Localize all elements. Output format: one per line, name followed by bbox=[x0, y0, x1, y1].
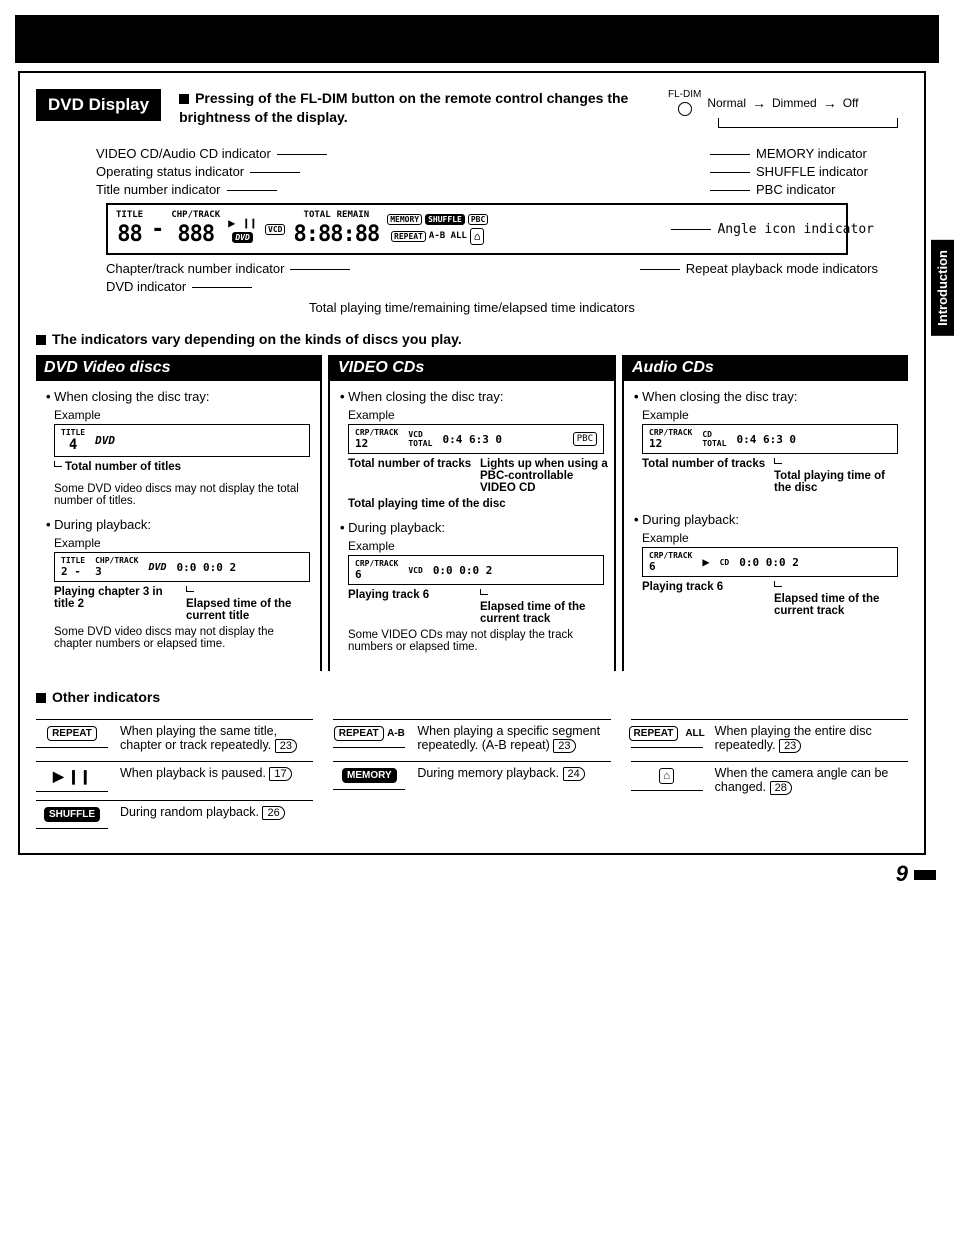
other-indicators-grid: REPEAT When playing the same title, chap… bbox=[36, 711, 908, 837]
dvd-close-display: TITLE4 DVD bbox=[54, 424, 310, 457]
col-dvd-video: DVD Video discs When closing the disc tr… bbox=[36, 355, 322, 671]
repeat-badge: REPEAT bbox=[391, 231, 426, 242]
top-black-bar bbox=[15, 15, 939, 63]
fl-dim-description: Pressing of the FL-DIM button on the rem… bbox=[179, 89, 650, 127]
dvd-playback-display: TITLE2 - CHP/TRACK3 DVD 0:0 0:0 2 bbox=[54, 552, 310, 582]
page-frame: DVD Display Pressing of the FL-DIM butto… bbox=[18, 71, 926, 855]
dvd-display-panel: TITLE 88 - CHP/TRACK 888 ▶ ❙❙ DVD VCD TO… bbox=[106, 203, 848, 255]
memory-badge: MEMORY bbox=[387, 214, 422, 225]
other-repeat: REPEAT When playing the same title, chap… bbox=[36, 719, 313, 753]
callout-vcd-cd-indicator: VIDEO CD/Audio CD indicator bbox=[96, 146, 327, 161]
shuffle-badge: SHUFFLE bbox=[425, 214, 465, 225]
header-row: DVD Display Pressing of the FL-DIM butto… bbox=[36, 89, 908, 128]
seg-chapter-track: 888 bbox=[177, 222, 214, 247]
angle-icon: ⌂ bbox=[470, 228, 485, 245]
callout-shuffle-indicator: SHUFFLE indicator bbox=[710, 164, 868, 179]
callout-time-indicators: Total playing time/remaining time/elapse… bbox=[36, 300, 908, 315]
disc-type-columns: DVD Video discs When closing the disc tr… bbox=[36, 355, 908, 671]
col-video-cd: VIDEO CDs When closing the disc tray: Ex… bbox=[328, 355, 616, 671]
callout-total-titles: Total number of titles bbox=[54, 461, 310, 473]
callout-title-number: Title number indicator bbox=[96, 182, 327, 197]
callout-pbc-indicator: PBC indicator bbox=[710, 182, 868, 197]
display-callouts-top: VIDEO CD/Audio CD indicator Operating st… bbox=[36, 146, 908, 197]
seg-title-number: 88 bbox=[117, 222, 142, 247]
page-number: 9 bbox=[0, 861, 936, 887]
other-pause: ▶ ❙❙ When playback is paused. 17 bbox=[36, 761, 313, 792]
seg-time: 8:88:88 bbox=[293, 222, 379, 247]
other-indicators-heading: Other indicators bbox=[36, 689, 908, 705]
fl-dim-diagram: FL-DIM Normal→ Dimmed→ Off bbox=[668, 89, 908, 128]
pbc-badge: PBC bbox=[468, 214, 488, 225]
vcd-playback-display: CRP/TRACK6 VCD 0:0 0:0 2 bbox=[348, 555, 604, 585]
cd-playback-display: CRP/TRACK6 ▶ CD 0:0 0:0 2 bbox=[642, 547, 898, 577]
callout-repeat-mode: Repeat playback mode indicators bbox=[640, 261, 878, 276]
callout-angle-icon: Angle icon indicator bbox=[671, 222, 874, 237]
fl-dim-button-icon bbox=[678, 102, 692, 116]
callout-dvd-indicator: DVD indicator bbox=[106, 279, 350, 294]
section-tab: Introduction bbox=[931, 240, 954, 336]
play-pause-icon: ▶ ❙❙ bbox=[53, 768, 91, 785]
section-heading: DVD Display bbox=[36, 89, 161, 121]
col-audio-cd: Audio CDs When closing the disc tray: Ex… bbox=[622, 355, 908, 671]
dvd-badge: DVD bbox=[232, 232, 252, 243]
other-repeat-ab: REPEAT A-B When playing a specific segme… bbox=[333, 719, 610, 753]
callout-status-indicator: Operating status indicator bbox=[96, 164, 327, 179]
indicators-vary-heading: The indicators vary depending on the kin… bbox=[36, 331, 908, 347]
other-shuffle: SHUFFLE During random playback. 26 bbox=[36, 800, 313, 829]
camera-angle-icon: ⌂ bbox=[659, 768, 674, 784]
other-memory: MEMORY During memory playback. 24 bbox=[333, 761, 610, 790]
callout-chapter-track-indicator: Chapter/track number indicator bbox=[106, 261, 350, 276]
vcd-close-display: CRP/TRACK12 VCDTOTAL 0:4 6:3 0 PBC bbox=[348, 424, 604, 454]
display-callouts-bottom: Chapter/track number indicator DVD indic… bbox=[106, 261, 908, 294]
callout-memory-indicator: MEMORY indicator bbox=[710, 146, 868, 161]
cd-close-display: CRP/TRACK12 CDTOTAL 0:4 6:3 0 bbox=[642, 424, 898, 454]
other-angle: ⌂ When the camera angle can be changed. … bbox=[631, 761, 908, 795]
other-repeat-all: REPEAT ALL When playing the entire disc … bbox=[631, 719, 908, 753]
